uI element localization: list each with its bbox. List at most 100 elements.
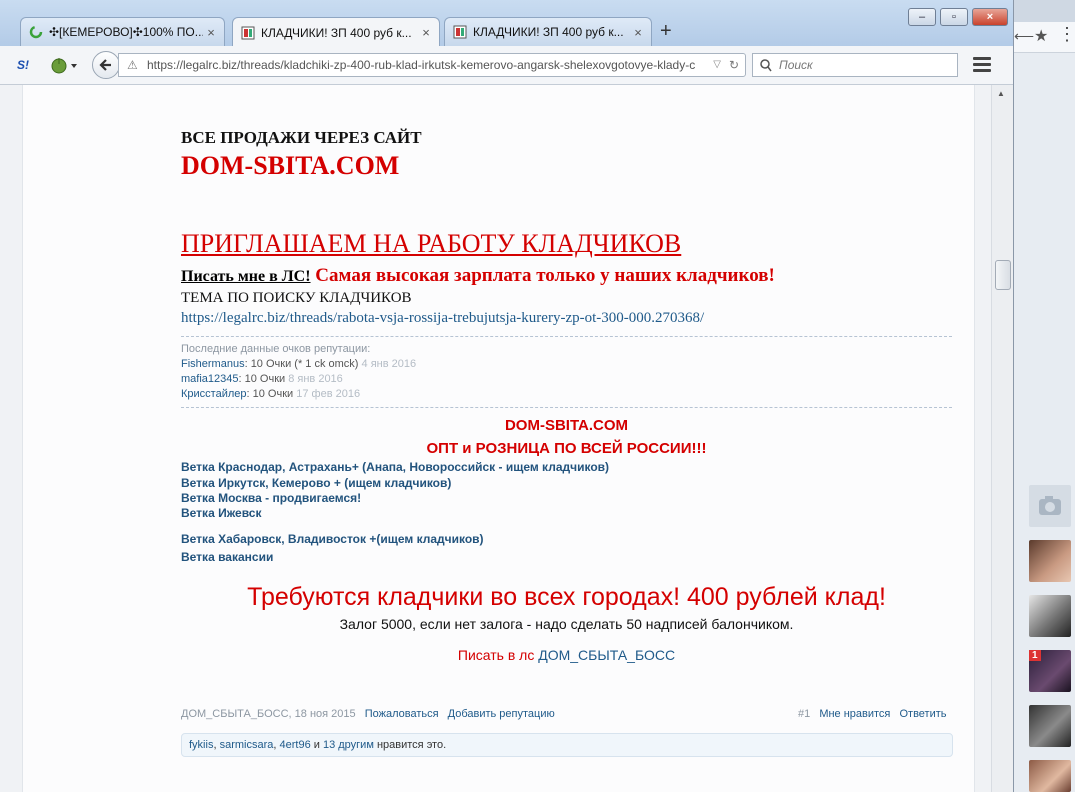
scrollbar-thumb[interactable]: [995, 260, 1011, 290]
branch-link[interactable]: Ветка Краснодар, Астрахань+ (Анапа, Ново…: [181, 460, 609, 474]
back-button[interactable]: [92, 51, 120, 79]
big-headline: Требуются кладчики во всех городах! 400 …: [247, 583, 886, 611]
likes-suffix: нравится это.: [373, 739, 447, 751]
avatar[interactable]: [1029, 540, 1071, 582]
like-link[interactable]: Мне нравится: [819, 708, 890, 720]
page-viewport: ВСЕ ПРОДАЖИ ЧЕРЕЗ САЙТ DOM-SBITA.COM ПРИ…: [0, 85, 991, 792]
tab-close-icon[interactable]: ×: [418, 25, 434, 40]
post-date: , 18 ноя 2015: [288, 708, 356, 720]
camera-icon[interactable]: [1029, 485, 1071, 527]
rep-date: 4 янв 2016: [361, 358, 417, 370]
menu-icon[interactable]: ⋮: [1058, 24, 1075, 45]
avatar[interactable]: 1: [1029, 650, 1071, 692]
tab-close-icon[interactable]: ×: [630, 25, 646, 40]
loading-icon: [29, 25, 43, 39]
deposit-line: Залог 5000, если нет залога - надо сдела…: [339, 616, 794, 632]
report-link[interactable]: Пожаловаться: [365, 708, 439, 720]
add-reputation-link[interactable]: Добавить репутацию: [448, 708, 555, 720]
rep-user[interactable]: mafia12345: [181, 373, 239, 385]
rep-date: 8 янв 2016: [288, 373, 343, 385]
vertical-scrollbar[interactable]: ▲: [991, 85, 1013, 792]
site-name: DOM-SBITA.COM: [181, 151, 400, 180]
like-others[interactable]: 13 другим: [323, 739, 374, 751]
branch-link[interactable]: Ветка Ижевск: [181, 506, 261, 520]
tab-title: ✣[КЕМЕРОВО]✣100% ПО...: [49, 25, 203, 39]
likes-summary: fykiis, sarmicsara, 4ert96 и 13 другим н…: [181, 733, 953, 757]
url-bar[interactable]: ⚠ https://legalrc.biz/threads/kladchiki-…: [118, 53, 746, 77]
sales-heading: ВСЕ ПРОДАЖИ ЧЕРЕЗ САЙТ: [181, 128, 422, 147]
tab-kladchiki[interactable]: КЛАДЧИКИ! ЗП 400 руб к... ×: [444, 17, 652, 46]
search-icon: [760, 54, 772, 80]
reload-icon[interactable]: ↻: [729, 54, 739, 76]
write-pm-line: Писать в лс ДОМ_СБЫТА_БОСС: [181, 647, 952, 663]
reputation-entry: mafia12345: 10 Очки 8 янв 2016: [181, 373, 343, 385]
salary-text: Самая высокая зарплата только у наших кл…: [310, 265, 775, 286]
write-pm-text: Писать в лс: [457, 647, 539, 663]
like-user[interactable]: fykiis: [189, 739, 213, 751]
notification-badge: 1: [1029, 650, 1041, 661]
like-user[interactable]: sarmicsara: [220, 739, 274, 751]
search-placeholder: Поиск: [779, 58, 813, 72]
reply-link[interactable]: Ответить: [899, 708, 946, 720]
rep-user[interactable]: Fishermanus: [181, 358, 245, 370]
background-toolbar: ⟵ ★ ⋮: [1014, 22, 1075, 53]
reputation-entry: Fishermanus: 10 Очки (* 1 ck omck) 4 янв…: [181, 358, 416, 370]
avatar[interactable]: [1029, 705, 1071, 747]
reputation-entry: Крисстайлер: 10 Очки 17 фев 2016: [181, 388, 360, 400]
tab-kemerovo[interactable]: ✣[КЕМЕРОВО]✣100% ПО... ×: [20, 17, 225, 46]
avatar[interactable]: [1029, 595, 1071, 637]
tab-title: КЛАДЧИКИ! ЗП 400 руб к...: [473, 25, 624, 39]
separator: и: [310, 739, 323, 751]
forum-favicon-icon: [453, 25, 467, 39]
addon-button[interactable]: S!: [17, 58, 29, 72]
scroll-up-icon[interactable]: ▲: [997, 89, 1005, 98]
branch-link[interactable]: Ветка Иркутск, Кемерово + (ищем кладчико…: [181, 476, 451, 490]
navigation-toolbar: S! ⚠ https://legalrc.biz/threads/kladchi…: [0, 46, 1013, 85]
background-titlebar: [1014, 0, 1075, 22]
tab-close-icon[interactable]: ×: [203, 25, 219, 40]
signature-site: DOM-SBITA.COM: [504, 417, 629, 434]
post-number[interactable]: #1: [798, 708, 810, 720]
onion-icon[interactable]: [50, 56, 80, 77]
branch-link[interactable]: Ветка Хабаровск, Владивосток +(ищем клад…: [181, 532, 484, 546]
salary-line: Писать мне в ЛС! Самая высокая зарплата …: [181, 265, 775, 287]
star-icon[interactable]: ★: [1034, 26, 1048, 46]
dropdown-arrow-icon[interactable]: ▽: [713, 54, 721, 76]
branch-link[interactable]: Ветка вакансии: [181, 550, 273, 564]
write-pm-label: Писать мне в ЛС!: [181, 268, 311, 285]
invite-heading: ПРИГЛАШАЕМ НА РАБОТУ КЛАДЧИКОВ: [181, 229, 682, 258]
topic-link[interactable]: https://legalrc.biz/threads/rabota-vsja-…: [181, 310, 704, 327]
menu-icon[interactable]: [973, 57, 991, 75]
rep-user[interactable]: Крисстайлер: [181, 388, 247, 400]
post-actions: #1 Мне нравится Ответить: [798, 708, 947, 720]
post-author[interactable]: ДОМ_СБЫТА_БОСС: [181, 708, 289, 720]
rep-points: : 10 Очки (* 1 ck omck): [244, 358, 359, 370]
back-arrow-icon: [99, 59, 111, 71]
rep-points: : 10 Очки: [238, 373, 286, 385]
search-box[interactable]: Поиск: [752, 53, 958, 77]
like-user[interactable]: 4ert96: [280, 739, 311, 751]
maximize-button[interactable]: ▫: [940, 8, 968, 26]
branch-link[interactable]: Ветка Москва - продвигаемся!: [181, 491, 361, 505]
boss-link[interactable]: ДОМ_СБЫТА_БОСС: [538, 647, 675, 663]
back-arrow-icon[interactable]: ⟵: [1014, 28, 1034, 45]
browser-window: ✣[КЕМЕРОВО]✣100% ПО... × КЛАДЧИКИ! ЗП 40…: [0, 0, 1014, 792]
warning-icon: ⚠: [127, 58, 138, 72]
minimize-button[interactable]: –: [908, 8, 936, 26]
reputation-title: Последние данные очков репутации:: [181, 343, 371, 355]
avatar[interactable]: [1029, 760, 1071, 792]
signature-slogan: ОПТ и РОЗНИЦА ПО ВСЕЙ РОССИИ!!!: [426, 440, 707, 457]
tab-strip: ✣[КЕМЕРОВО]✣100% ПО... × КЛАДЧИКИ! ЗП 40…: [0, 0, 1013, 47]
new-tab-button[interactable]: +: [660, 20, 672, 43]
topic-label: ТЕМА ПО ПОИСКУ КЛАДЧИКОВ: [181, 290, 412, 306]
rep-date: 17 фев 2016: [296, 388, 361, 400]
url-text: https://legalrc.biz/threads/kladchiki-zp…: [147, 58, 696, 72]
close-window-button[interactable]: ×: [972, 8, 1008, 26]
post-container: [22, 85, 975, 792]
rep-points: : 10 Очки: [246, 388, 294, 400]
forum-favicon-icon: [241, 26, 255, 40]
post-meta: ДОМ_СБЫТА_БОСС, 18 ноя 2015 Пожаловаться…: [181, 708, 555, 720]
tab-title: КЛАДЧИКИ! ЗП 400 руб к...: [261, 25, 412, 40]
divider: [181, 336, 952, 337]
tab-kladchiki-active[interactable]: КЛАДЧИКИ! ЗП 400 руб к... ×: [232, 17, 440, 47]
